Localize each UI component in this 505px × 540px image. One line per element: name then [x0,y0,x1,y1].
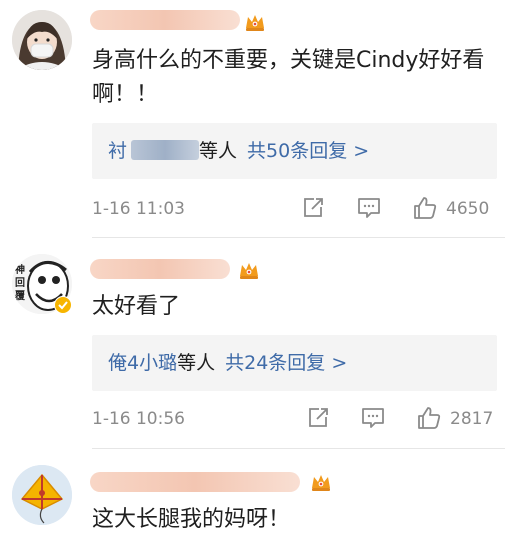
username-blurred[interactable] [90,259,230,279]
like-count: 4650 [446,199,490,219]
reply-summary[interactable]: 衬 等人 共50条回复 > [92,123,497,179]
share-icon[interactable] [305,405,331,431]
verified-badge-icon [54,296,72,314]
comment-icon[interactable] [360,405,386,431]
reply-user[interactable]: 俺4小璐 [108,352,177,374]
comment-text: 这大长腿我的妈呀！ [92,507,291,532]
comment-text: 身高什么的不重要，关键是Cindy好好看啊！！ [92,48,485,107]
divider [92,448,505,449]
like-count: 2817 [450,409,494,429]
username-blurred[interactable] [90,472,300,492]
comment-meta: 1-16 11:03 4650 [92,195,497,225]
crown-badge-icon [246,15,264,31]
reply-summary[interactable]: 俺4小璐等人 共24条回复 > [92,335,497,391]
reply-etc: 等人 [177,352,216,374]
comment-time: 1-16 10:56 [92,409,185,429]
crown-badge-icon [312,475,330,491]
like-icon[interactable] [412,195,438,221]
user-avatar-image [12,10,72,70]
reply-etc: 等人 [199,140,238,162]
crown-badge-icon [240,263,258,279]
comment-icon[interactable] [356,195,382,221]
username-blurred[interactable] [90,10,240,30]
reply-user[interactable]: 衬 [108,140,127,162]
avatar[interactable] [12,465,72,525]
kite-avatar-image [12,465,72,525]
comment-meta: 1-16 10:56 2817 [92,405,497,435]
reply-user-blurred [131,140,200,160]
avatar[interactable] [12,10,72,70]
share-icon[interactable] [300,195,326,221]
reply-count-link[interactable]: 共24条回复 > [225,352,347,374]
comment-text: 太好看了 [92,294,181,319]
comment-time: 1-16 11:03 [92,199,185,219]
avatar-caption: 神回覆 [15,265,25,302]
like-icon[interactable] [416,405,442,431]
reply-count-link[interactable]: 共50条回复 > [247,140,369,162]
divider [92,237,505,238]
